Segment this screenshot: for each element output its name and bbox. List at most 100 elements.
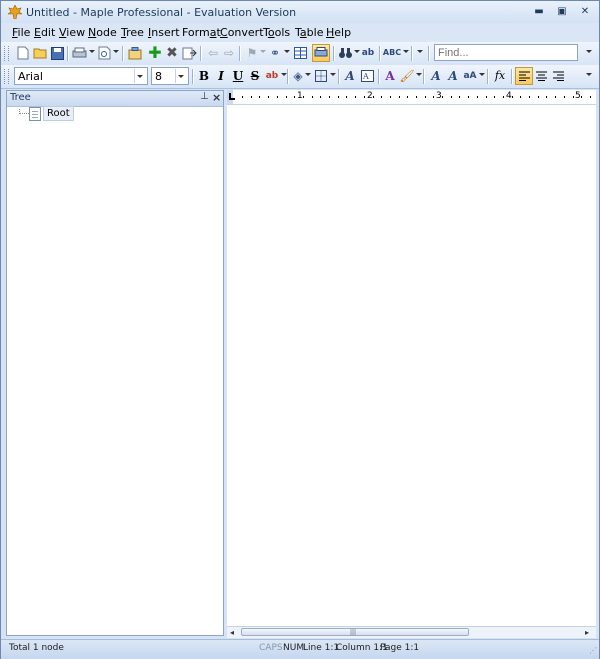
tree-pane: Tree ⊥ × Root (6, 90, 224, 636)
flag-dropdown-arrow[interactable] (260, 50, 266, 53)
table-icon[interactable] (292, 45, 308, 61)
italic-button[interactable]: I (213, 68, 229, 84)
ruler-tick (477, 96, 478, 98)
toolbar-separator (378, 69, 380, 84)
toolbar-grip[interactable] (4, 46, 9, 61)
link-icon[interactable]: ⚭ (267, 45, 283, 61)
function-icon[interactable]: fx (492, 68, 508, 84)
link-dropdown-arrow[interactable] (284, 50, 290, 53)
ruler-tick (486, 96, 487, 98)
strikethrough-button[interactable]: S (247, 68, 263, 84)
spell-check-icon[interactable]: ABC (383, 45, 401, 61)
toolbar-options-arrow[interactable] (417, 50, 423, 53)
resize-grip-icon[interactable]: ⋰ (589, 646, 597, 655)
font-dropdown-arrow[interactable] (134, 69, 146, 83)
ruler-tick (512, 96, 513, 98)
add-node-icon[interactable]: ✚ (147, 45, 163, 61)
change-case-icon[interactable]: aA (462, 68, 478, 84)
tree-node-root[interactable]: Root (43, 106, 74, 121)
restore-button[interactable]: ▣ (551, 5, 573, 19)
replace-icon[interactable]: ab (360, 45, 376, 61)
ruler-tick (529, 96, 530, 98)
menu-tools[interactable]: Tools (263, 26, 290, 39)
case-dropdown-arrow[interactable] (479, 73, 485, 76)
fill-dropdown-arrow[interactable] (305, 73, 311, 76)
save-icon[interactable] (49, 45, 65, 61)
underline-button[interactable]: U (230, 68, 246, 84)
paragraph-style-icon[interactable]: A (359, 68, 375, 84)
ruler-tick (451, 96, 452, 98)
font-family-select[interactable]: Arial (14, 67, 148, 85)
scrollbar-thumb[interactable]: ||| (241, 628, 469, 636)
scroll-left-icon[interactable]: ◂ (230, 627, 234, 638)
pin-icon[interactable]: ⊥ (200, 91, 209, 102)
tab-stop-icon[interactable] (229, 93, 235, 100)
close-pane-icon[interactable]: × (212, 91, 221, 104)
open-folder-icon[interactable] (32, 45, 48, 61)
print-dropdown-arrow[interactable] (89, 50, 95, 53)
borders-icon[interactable] (313, 68, 329, 84)
find-input[interactable] (434, 44, 578, 61)
toolbar-separator (287, 69, 289, 84)
text-style-icon[interactable]: A (342, 68, 358, 84)
superscript-icon[interactable]: A (428, 68, 444, 84)
ruler-tick (416, 96, 417, 98)
new-document-icon[interactable] (15, 45, 31, 61)
toolbar-grip[interactable] (4, 69, 9, 84)
ruler-number: 3 (436, 91, 442, 101)
preview-dropdown-arrow[interactable] (113, 50, 119, 53)
find-binoculars-icon[interactable] (337, 45, 353, 61)
spell-dropdown-arrow[interactable] (403, 50, 409, 53)
menu-help[interactable]: Help (326, 26, 351, 39)
print-icon[interactable] (71, 45, 87, 61)
flag-icon[interactable]: ⚑ (244, 45, 260, 61)
menu-view[interactable]: View (59, 26, 85, 39)
toolbar-separator (511, 69, 513, 84)
move-node-icon[interactable] (181, 45, 197, 61)
tree-pane-title: Tree (10, 92, 31, 103)
status-bar: Total 1 node CAPS NUM Line 1:1 Column 1:… (1, 639, 599, 659)
minimize-button[interactable]: ▬ (528, 5, 550, 19)
delete-node-icon[interactable]: ✖ (164, 45, 180, 61)
bold-button[interactable]: B (196, 68, 212, 84)
scroll-right-icon[interactable]: ▸ (585, 627, 589, 638)
toolbar-separator (423, 69, 425, 84)
highlight-text-icon[interactable]: ab (264, 68, 280, 84)
node-properties-icon[interactable] (127, 45, 143, 61)
close-button[interactable]: ✕ (574, 5, 596, 19)
ruler-tick (268, 96, 269, 98)
font-size-select[interactable]: 8 (151, 67, 189, 85)
forward-icon[interactable]: ⇨ (221, 45, 237, 61)
menu-format[interactable]: Format (182, 26, 221, 39)
menu-insert[interactable]: Insert (148, 26, 180, 39)
menu-edit[interactable]: Edit (34, 26, 55, 39)
fill-color-icon[interactable]: ◈ (290, 68, 306, 84)
brush-dropdown-arrow[interactable] (416, 73, 422, 76)
ruler-number: 1 (297, 91, 303, 101)
align-left-icon[interactable] (515, 67, 533, 85)
menu-convert[interactable]: Convert (220, 26, 264, 39)
find-combo-arrow[interactable] (586, 50, 592, 53)
editor-area[interactable] (227, 105, 596, 626)
ruler-tick (373, 96, 374, 98)
brush-icon[interactable]: 🖌 (399, 68, 415, 84)
menu-node[interactable]: Node (88, 26, 117, 39)
menu-tree[interactable]: Tree (121, 26, 144, 39)
subscript-icon[interactable]: A (445, 68, 461, 84)
back-icon[interactable]: ⇦ (205, 45, 221, 61)
toolbar-separator (122, 46, 124, 61)
align-center-icon[interactable] (533, 68, 549, 84)
borders-dropdown-arrow[interactable] (330, 73, 336, 76)
ruler-tick (312, 96, 313, 98)
align-right-icon[interactable] (550, 68, 566, 84)
size-dropdown-arrow[interactable] (175, 69, 187, 83)
print-preview-icon[interactable] (96, 45, 112, 61)
font-color-icon[interactable]: A (382, 68, 398, 84)
menu-file[interactable]: File (12, 26, 30, 39)
format-toolbar-options-arrow[interactable] (586, 73, 592, 76)
printer-layout-icon[interactable] (312, 44, 330, 62)
menu-table[interactable]: Table (295, 26, 323, 39)
status-caps: CAPS (259, 643, 283, 653)
tree-pane-header: Tree ⊥ × (7, 91, 223, 107)
horizontal-scrollbar[interactable]: ◂ ||| ▸ (227, 626, 596, 638)
